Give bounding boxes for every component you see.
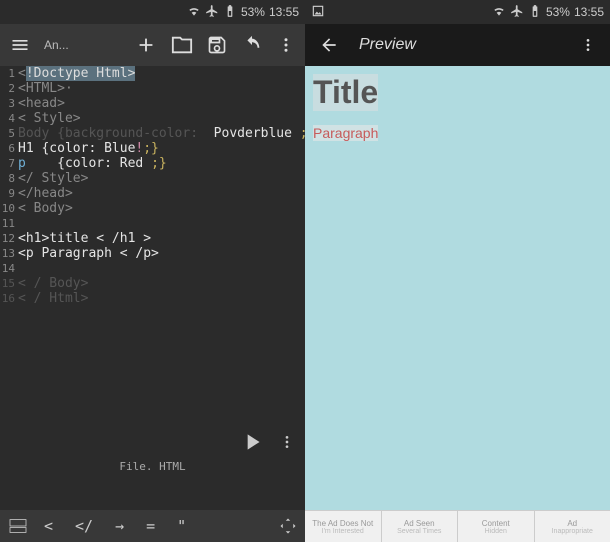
- line-number: 9: [0, 186, 18, 201]
- code-line[interactable]: 15< / Body>: [0, 276, 305, 291]
- code-content[interactable]: <p Paragraph < /p>: [18, 246, 159, 261]
- code-content[interactable]: < Body>: [18, 201, 73, 216]
- play-more-icon[interactable]: [279, 434, 295, 450]
- ad-option-4[interactable]: Ad Inappropriate: [535, 511, 610, 542]
- file-name[interactable]: An...: [44, 38, 69, 52]
- wifi-icon: [492, 4, 506, 21]
- preview-header: Preview: [359, 36, 416, 54]
- code-content[interactable]: H1 {color: Blue!;}: [18, 141, 159, 156]
- ad-option-1[interactable]: The Ad Does Not I'm Interested: [305, 511, 382, 542]
- battery-icon: [528, 4, 542, 21]
- menu-icon[interactable]: [10, 35, 30, 55]
- play-icon[interactable]: [239, 429, 265, 455]
- code-content[interactable]: < / Html>: [18, 291, 88, 306]
- code-line[interactable]: 16< / Html>: [0, 291, 305, 306]
- code-line[interactable]: 1<!Doctype Html>: [0, 66, 305, 81]
- rendered-h1: Title: [313, 74, 378, 111]
- line-number: 15: [0, 276, 18, 291]
- ad-feedback-bar: The Ad Does Not I'm Interested Ad Seen S…: [305, 510, 610, 542]
- kb-equals[interactable]: =: [140, 515, 161, 537]
- line-number: 6: [0, 141, 18, 156]
- code-content[interactable]: Body {background-color: Povderblue ; }: [18, 126, 305, 141]
- code-line[interactable]: 2<HTML>·: [0, 81, 305, 96]
- picture-icon: [311, 4, 325, 21]
- code-content[interactable]: < / Body>: [18, 276, 88, 291]
- code-line[interactable]: 10< Body>: [0, 201, 305, 216]
- preview-viewport: Title Paragraph: [305, 66, 610, 510]
- code-line[interactable]: 9</head>: [0, 186, 305, 201]
- airplane-icon: [510, 4, 524, 21]
- kb-lt[interactable]: <: [38, 515, 59, 537]
- more-icon[interactable]: [277, 36, 295, 54]
- line-number: 5: [0, 126, 18, 141]
- code-content[interactable]: </ Style>: [18, 171, 88, 186]
- line-number: 11: [0, 216, 18, 231]
- add-icon[interactable]: [135, 34, 157, 56]
- code-line[interactable]: 4< Style>: [0, 111, 305, 126]
- line-number: 8: [0, 171, 18, 186]
- line-number: 14: [0, 261, 18, 276]
- wifi-icon: [187, 4, 201, 21]
- clock: 13:55: [269, 5, 299, 19]
- code-line[interactable]: 14: [0, 261, 305, 276]
- code-content[interactable]: p {color: Red ;}: [18, 156, 167, 171]
- code-line[interactable]: 11: [0, 216, 305, 231]
- line-number: 2: [0, 81, 18, 96]
- code-line[interactable]: 12<h1>title < /h1 >: [0, 231, 305, 246]
- code-content[interactable]: </head>: [18, 186, 73, 201]
- preview-toolbar: Preview: [305, 24, 610, 66]
- code-content[interactable]: <!Doctype Html>: [18, 66, 135, 81]
- code-editor[interactable]: 1<!Doctype Html>2<HTML>·3<head>4< Style>…: [0, 66, 305, 510]
- status-bar-right: 53% 13:55: [305, 0, 610, 24]
- expand-icon[interactable]: [279, 517, 297, 535]
- airplane-icon: [205, 4, 219, 21]
- clock: 13:55: [574, 5, 604, 19]
- undo-icon[interactable]: [241, 34, 263, 56]
- ad-option-3[interactable]: Content Hidden: [458, 511, 535, 542]
- line-number: 12: [0, 231, 18, 246]
- line-number: 7: [0, 156, 18, 171]
- keyboard-shortcuts-bar: < </ → = ": [0, 510, 305, 542]
- battery-pct: 53%: [241, 5, 265, 19]
- battery-icon: [223, 4, 237, 21]
- line-number: 13: [0, 246, 18, 261]
- status-bar-left: 53% 13:55: [0, 0, 305, 24]
- file-type-label: File. HTML: [119, 459, 185, 474]
- code-content[interactable]: <h1>title < /h1 >: [18, 231, 151, 246]
- rendered-paragraph: Paragraph: [313, 125, 378, 141]
- keyboard-toggle-icon[interactable]: [8, 518, 28, 534]
- folder-icon[interactable]: [171, 34, 193, 56]
- code-line[interactable]: 5Body {background-color: Povderblue ; }: [0, 126, 305, 141]
- code-line[interactable]: 13<p Paragraph < /p>: [0, 246, 305, 261]
- line-number: 3: [0, 96, 18, 111]
- ad-option-2[interactable]: Ad Seen Several Times: [382, 511, 459, 542]
- code-content[interactable]: <HTML>·: [18, 81, 73, 96]
- code-line[interactable]: 3<head>: [0, 96, 305, 111]
- editor-toolbar: An...: [0, 24, 305, 66]
- battery-pct: 53%: [546, 5, 570, 19]
- save-icon[interactable]: [207, 35, 227, 55]
- preview-more-icon[interactable]: [580, 37, 596, 53]
- code-line[interactable]: 6H1 {color: Blue!;}: [0, 141, 305, 156]
- code-content[interactable]: < Style>: [18, 111, 81, 126]
- code-line[interactable]: 8</ Style>: [0, 171, 305, 186]
- back-icon[interactable]: [319, 35, 339, 55]
- kb-close-tag[interactable]: </: [69, 515, 99, 537]
- editor-panel: 53% 13:55 An... 1<!Doctype Html>2<HTML>·…: [0, 0, 305, 542]
- line-number: 1: [0, 66, 18, 81]
- preview-panel: 53% 13:55 Preview Title Paragraph The Ad…: [305, 0, 610, 542]
- kb-arrow[interactable]: →: [109, 515, 130, 537]
- code-content[interactable]: <head>: [18, 96, 65, 111]
- line-number: 16: [0, 291, 18, 306]
- line-number: 10: [0, 201, 18, 216]
- line-number: 4: [0, 111, 18, 126]
- code-line[interactable]: 7p {color: Red ;}: [0, 156, 305, 171]
- play-controls: [239, 429, 295, 455]
- kb-quote[interactable]: ": [171, 515, 192, 537]
